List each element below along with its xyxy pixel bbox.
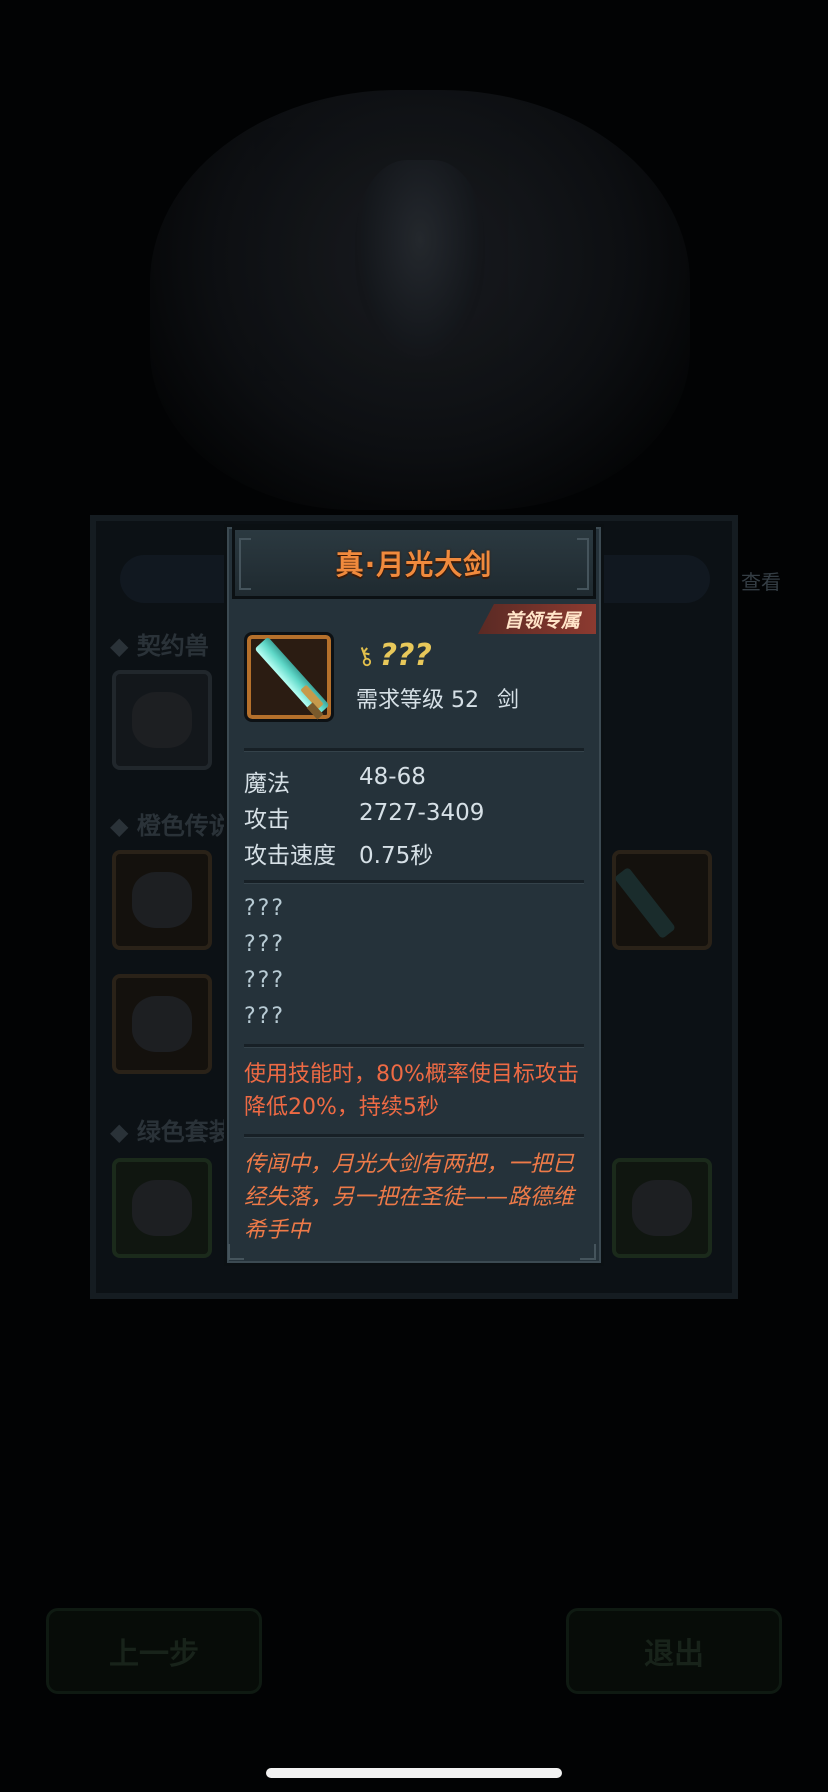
stat-label: 攻击 bbox=[244, 807, 290, 833]
title-deco-left bbox=[239, 538, 251, 590]
requirement-line: 需求等级 52 剑 bbox=[356, 682, 519, 714]
green-item-slot-2 bbox=[612, 1158, 712, 1258]
stat-label: 魔法 bbox=[244, 771, 290, 797]
section-contract-beast: ◆ 契约兽 bbox=[110, 632, 209, 660]
stat-row-attack: 攻击 2727-3409 bbox=[244, 800, 484, 834]
green-item-slot-1 bbox=[112, 1158, 212, 1258]
unidentified-name: ⚷ ??? bbox=[352, 638, 432, 673]
stat-row-magic: 魔法 48-68 bbox=[244, 764, 426, 798]
section-green-set: ◆ 绿色套装 bbox=[110, 1118, 233, 1146]
boss-exclusive-tag: 首领专属 bbox=[478, 604, 596, 634]
title-deco-right bbox=[577, 538, 589, 590]
key-icon: ⚷ bbox=[351, 639, 378, 672]
orange-item-slot-2 bbox=[112, 974, 212, 1074]
previous-step-button[interactable]: 上一步 bbox=[46, 1608, 262, 1694]
skill-effect-text: 使用技能时，80%概率使目标攻击降低20%，持续5秒 bbox=[244, 1062, 579, 1120]
orange-item-slot-1 bbox=[112, 850, 212, 950]
stat-row-attack-speed: 攻击速度 0.75秒 bbox=[244, 836, 433, 870]
item-lore-text: 传闻中，月光大剑有两把，一把已经失落，另一把在圣徒——路德维希手中 bbox=[244, 1152, 575, 1243]
exit-button[interactable]: 退出 bbox=[566, 1608, 782, 1694]
background-boss-art bbox=[150, 90, 690, 510]
background-view-label: 查看 bbox=[741, 570, 781, 594]
required-level: 需求等级 52 bbox=[356, 688, 479, 713]
unidentified-name-text: ??? bbox=[379, 638, 432, 673]
contract-beast-slot bbox=[112, 670, 212, 770]
section-orange-legend: ◆ 橙色传说 bbox=[110, 812, 233, 840]
unknown-attribute: ??? bbox=[244, 968, 286, 993]
boss-crest-shape bbox=[355, 160, 485, 360]
divider bbox=[244, 1044, 584, 1047]
divider bbox=[244, 748, 584, 751]
stat-value: 48-68 bbox=[359, 764, 426, 790]
item-title-bar: 真·月光大剑 bbox=[232, 527, 596, 599]
unknown-attribute: ??? bbox=[244, 1004, 286, 1029]
home-indicator[interactable] bbox=[266, 1768, 562, 1778]
divider bbox=[244, 1134, 584, 1137]
stat-value: 0.75秒 bbox=[359, 843, 434, 869]
weapon-type: 剑 bbox=[497, 688, 520, 713]
moonlight-greatsword-icon bbox=[244, 632, 334, 722]
unknown-attribute: ??? bbox=[244, 896, 286, 921]
unknown-attribute: ??? bbox=[244, 932, 286, 957]
divider bbox=[244, 880, 584, 883]
card-corner-deco bbox=[228, 1244, 244, 1260]
item-name: 真·月光大剑 bbox=[335, 548, 493, 581]
stat-label: 攻击速度 bbox=[244, 843, 336, 869]
orange-item-slot-sword bbox=[612, 850, 712, 950]
stat-value: 2727-3409 bbox=[359, 800, 485, 826]
